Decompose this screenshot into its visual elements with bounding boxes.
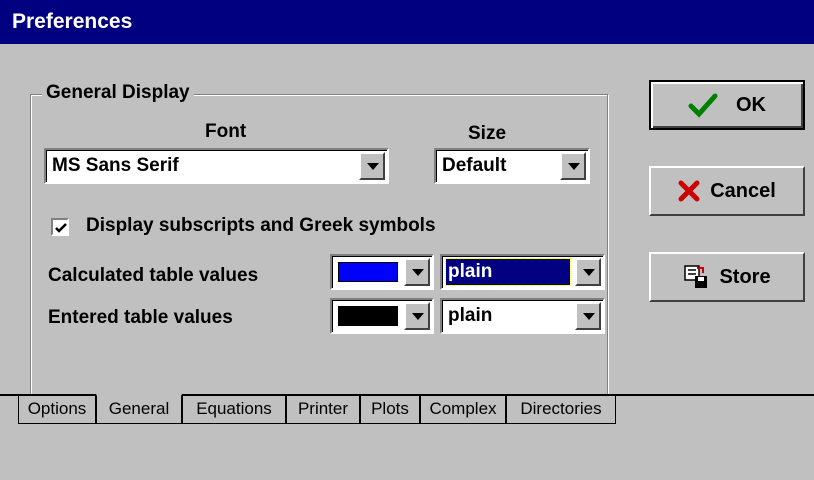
calculated-color-swatch [338, 262, 398, 282]
subscripts-checkbox[interactable] [51, 218, 69, 236]
store-disk-icon [684, 265, 708, 288]
calculated-values-label: Calculated table values [48, 265, 259, 286]
font-select-value: MS Sans Serif [52, 155, 179, 176]
entered-style-select[interactable]: plain [440, 298, 605, 334]
entered-color-swatch [338, 306, 398, 326]
cancel-button-label: Cancel [710, 179, 776, 202]
calculated-style-select[interactable]: plain [440, 254, 605, 290]
size-dropdown-button[interactable] [560, 152, 586, 180]
store-button-label: Store [719, 265, 771, 288]
size-select[interactable]: Default [434, 148, 590, 184]
entered-values-label: Entered table values [48, 307, 233, 328]
tab-general[interactable]: General [96, 394, 182, 424]
calculated-style-value: plain [448, 261, 493, 282]
title-bar: Preferences [0, 0, 814, 44]
tab-options[interactable]: Options [18, 396, 96, 424]
entered-color-dropdown[interactable] [404, 302, 430, 330]
tab-plots[interactable]: Plots [360, 396, 420, 424]
entered-color-select[interactable] [330, 298, 434, 334]
font-label: Font [205, 121, 247, 142]
calculated-style-dropdown[interactable] [575, 258, 601, 286]
font-dropdown-button[interactable] [359, 152, 385, 180]
store-button[interactable]: Store [649, 252, 805, 302]
font-select[interactable]: MS Sans Serif [44, 148, 389, 184]
size-select-value: Default [442, 155, 507, 176]
dropdown-arrow-icon [412, 313, 424, 320]
dropdown-arrow-icon [412, 269, 424, 276]
ok-button-label: OK [736, 93, 766, 116]
entered-style-value: plain [448, 305, 493, 326]
entered-style-dropdown[interactable] [575, 302, 601, 330]
check-mark-icon [688, 93, 718, 118]
group-legend: General Display [42, 82, 194, 104]
tab-directories[interactable]: Directories [506, 396, 616, 424]
cancel-button[interactable]: Cancel [649, 166, 805, 216]
check-mark-icon [55, 223, 67, 233]
ok-button[interactable]: OK [649, 80, 805, 130]
dropdown-arrow-icon [568, 163, 580, 170]
tab-complex[interactable]: Complex [420, 396, 506, 424]
calculated-color-select[interactable] [330, 254, 434, 290]
tab-equations[interactable]: Equations [182, 396, 286, 424]
dropdown-arrow-icon [583, 313, 595, 320]
cancel-x-icon [678, 180, 700, 202]
window-title: Preferences [12, 10, 133, 33]
dropdown-arrow-icon [583, 269, 595, 276]
subscripts-label[interactable]: Display subscripts and Greek symbols [86, 214, 436, 238]
tab-printer[interactable]: Printer [286, 396, 360, 424]
size-label: Size [468, 123, 507, 144]
calculated-color-dropdown[interactable] [404, 258, 430, 286]
dropdown-arrow-icon [367, 163, 379, 170]
